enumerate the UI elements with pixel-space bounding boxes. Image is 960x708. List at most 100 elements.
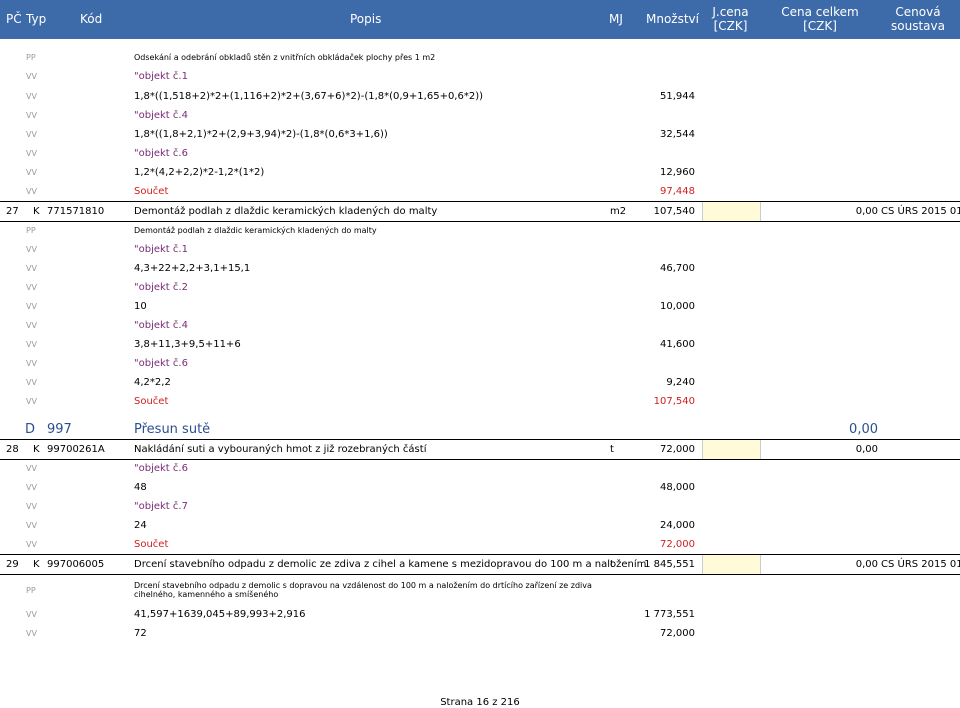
row-description: 10: [134, 300, 147, 312]
row-quantity: [620, 316, 695, 334]
table-row-measure: VV 24 24,000: [0, 516, 960, 534]
table-row-measure: VV 4,2*2,2 9,240: [0, 373, 960, 391]
row-description: 24: [134, 519, 147, 531]
row-type: VV: [26, 609, 37, 619]
row-description: "objekt č.7: [134, 500, 188, 512]
table-row-item: 29 K 997006005 Drcení stavebního odpadu z d…: [0, 554, 960, 575]
row-description: 1,2*(4,2+2,2)*2-1,2*(1*2): [134, 166, 265, 178]
row-unit: t: [610, 444, 614, 455]
page-footer: Strana 16 z 216: [440, 697, 520, 708]
row-description: Demontáž podlah z dlaždic keramických kl…: [134, 225, 377, 235]
header-mnozstvi: Množství: [646, 12, 699, 26]
row-quantity: 10,000: [660, 300, 695, 312]
table-row-measure: VV "objekt č.6: [0, 354, 960, 372]
row-type: VV: [26, 396, 37, 406]
table-row-item: 27 K 771571810 Demontáž podlah z dlaždic ke…: [0, 201, 960, 222]
table-row-measure: VV 1,8*((1,8+2,1)*2+(2,9+3,94)*2)-(1,8*(0…: [0, 125, 960, 143]
row-quantity: [620, 354, 695, 372]
row-type: K: [33, 559, 40, 570]
row-description: 41,597+1639,045+89,993+2,916: [134, 608, 306, 620]
row-code: 771571810: [47, 206, 105, 217]
row-description: 48: [134, 481, 147, 493]
row-quantity: [620, 48, 695, 66]
row-description: Odsekání a odebrání obkladů stěn z vnitř…: [134, 52, 436, 62]
header-jcena-line1: J.cena: [712, 5, 749, 19]
row-quantity: 107,540: [653, 206, 695, 217]
row-quantity: 72,000: [660, 627, 695, 639]
unit-price-cell[interactable]: [702, 555, 761, 574]
table-row-measure: VV "objekt č.4: [0, 316, 960, 334]
table-row-measure: VV 72 72,000: [0, 624, 960, 642]
row-description: "objekt č.4: [134, 109, 188, 121]
table-row-section: D 997 Přesun sutě 0,00: [0, 420, 960, 438]
section-code: 997: [47, 421, 72, 437]
header-celkem-line2: [CZK]: [803, 19, 837, 33]
unit-price-cell[interactable]: [702, 202, 761, 221]
table-row-measure: VV "objekt č.7: [0, 497, 960, 515]
row-quantity: [620, 497, 695, 515]
row-description: 4,3+22+2,2+3,1+15,1: [134, 262, 251, 274]
row-quantity: 1 845,551: [644, 559, 695, 570]
row-type: PP: [26, 52, 36, 62]
header-jcena-line2: [CZK]: [713, 19, 748, 33]
row-type: VV: [26, 91, 37, 101]
row-description: 72: [134, 627, 147, 639]
table-row-measure: VV Součet 97,448: [0, 182, 960, 200]
table-row-measure: VV "objekt č.1: [0, 67, 960, 85]
table-row-measure: VV "objekt č.4: [0, 106, 960, 124]
row-price-system: CS ÚRS 2015 01: [881, 559, 960, 570]
table-row-measure: VV "objekt č.1: [0, 240, 960, 258]
row-code: 99700261A: [47, 444, 105, 455]
row-type: VV: [26, 71, 37, 81]
row-type: VV: [26, 148, 37, 158]
row-description: Drcení stavebního odpadu z demolic s dop…: [134, 576, 592, 604]
row-description: Nakládání suti a vybouraných hmot z již …: [134, 444, 427, 455]
row-type: VV: [26, 129, 37, 139]
row-type: PP: [26, 225, 36, 235]
row-quantity: [620, 576, 695, 604]
row-total: 0,00: [855, 206, 878, 217]
row-quantity: 97,448: [660, 185, 695, 197]
table-row-note: PP Odsekání a odebrání obkladů stěn z vni…: [0, 48, 960, 66]
row-quantity: [620, 144, 695, 162]
table-row-measure: VV 41,597+1639,045+89,993+2,916 1 773,551: [0, 605, 960, 623]
row-quantity: 107,540: [653, 395, 695, 407]
header-jcena: J.cena [CZK]: [702, 5, 759, 33]
row-description: "objekt č.2: [134, 281, 188, 293]
row-description: Drcení stavebního odpadu z demolic ze zd…: [134, 559, 647, 570]
row-total: 0,00: [855, 559, 878, 570]
unit-price-cell[interactable]: [702, 440, 761, 459]
row-description: "objekt č.4: [134, 319, 188, 331]
header-typ: Typ: [26, 12, 47, 26]
row-unit: t: [610, 559, 614, 570]
row-type: VV: [26, 110, 37, 120]
row-type: VV: [26, 501, 37, 511]
table-row-measure: VV "objekt č.6: [0, 144, 960, 162]
row-quantity: 72,000: [660, 444, 695, 455]
section-total: 0,00: [849, 421, 878, 437]
table-row-measure: VV 3,8+11,3+9,5+11+6 41,600: [0, 335, 960, 353]
row-type: D: [25, 421, 36, 437]
table-row-measure: VV 10 10,000: [0, 297, 960, 315]
row-quantity: 72,000: [660, 538, 695, 550]
row-pc: 27: [6, 206, 19, 217]
row-description: "objekt č.1: [134, 70, 188, 82]
row-description: "objekt č.6: [134, 462, 188, 474]
row-type: VV: [26, 282, 37, 292]
row-type: VV: [26, 539, 37, 549]
header-pc: PČ: [6, 12, 22, 26]
row-quantity: 41,600: [660, 338, 695, 350]
row-quantity: [620, 240, 695, 258]
table-row-note: PP Drcení stavebního odpadu z demolic s d…: [0, 576, 960, 604]
row-description-line2: cihelného, kamenného a smíšeného: [134, 590, 279, 599]
row-type: K: [33, 444, 40, 455]
row-description: "objekt č.6: [134, 357, 188, 369]
row-description: "objekt č.6: [134, 147, 188, 159]
row-type: VV: [26, 320, 37, 330]
table-row-measure: VV 4,3+22+2,2+3,1+15,1 46,700: [0, 259, 960, 277]
row-description: Součet: [134, 538, 169, 550]
row-type: VV: [26, 377, 37, 387]
row-type: VV: [26, 186, 37, 196]
header-soustava-line2: soustava: [891, 19, 945, 33]
row-description: 4,2*2,2: [134, 376, 171, 388]
